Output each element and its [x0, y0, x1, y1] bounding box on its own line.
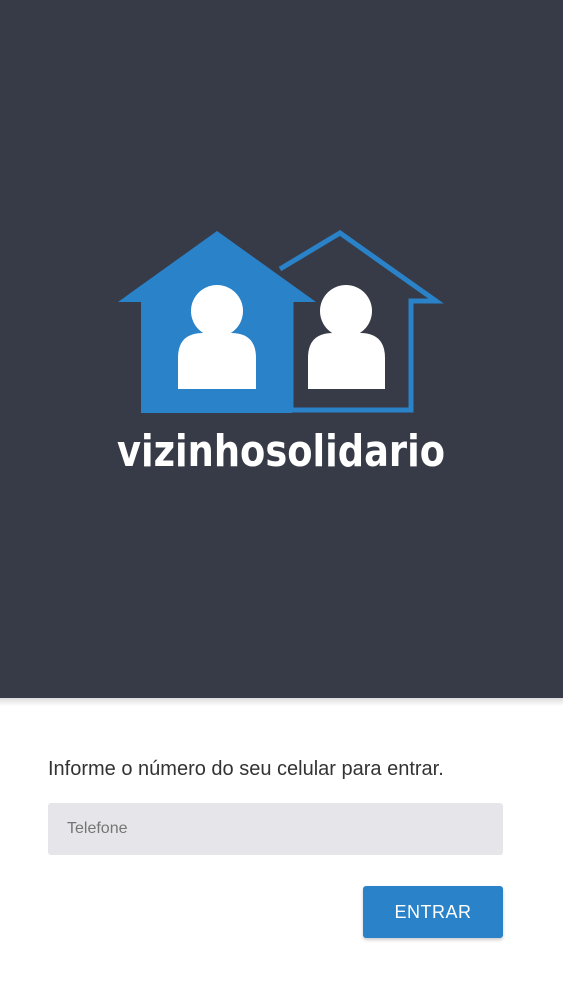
enter-button[interactable]: ENTRAR: [363, 886, 503, 938]
splash-header: vizinhosolidario: [0, 0, 563, 698]
brand-wordmark: vizinhosolidario: [117, 426, 445, 477]
house-left-icon: [118, 231, 316, 413]
phone-input[interactable]: [48, 803, 503, 855]
login-prompt: Informe o número do seu celular para ent…: [48, 758, 444, 780]
house-right-icon: [278, 230, 444, 413]
header-shadow: [0, 698, 563, 706]
app-logo: vizinhosolidario: [117, 230, 445, 477]
